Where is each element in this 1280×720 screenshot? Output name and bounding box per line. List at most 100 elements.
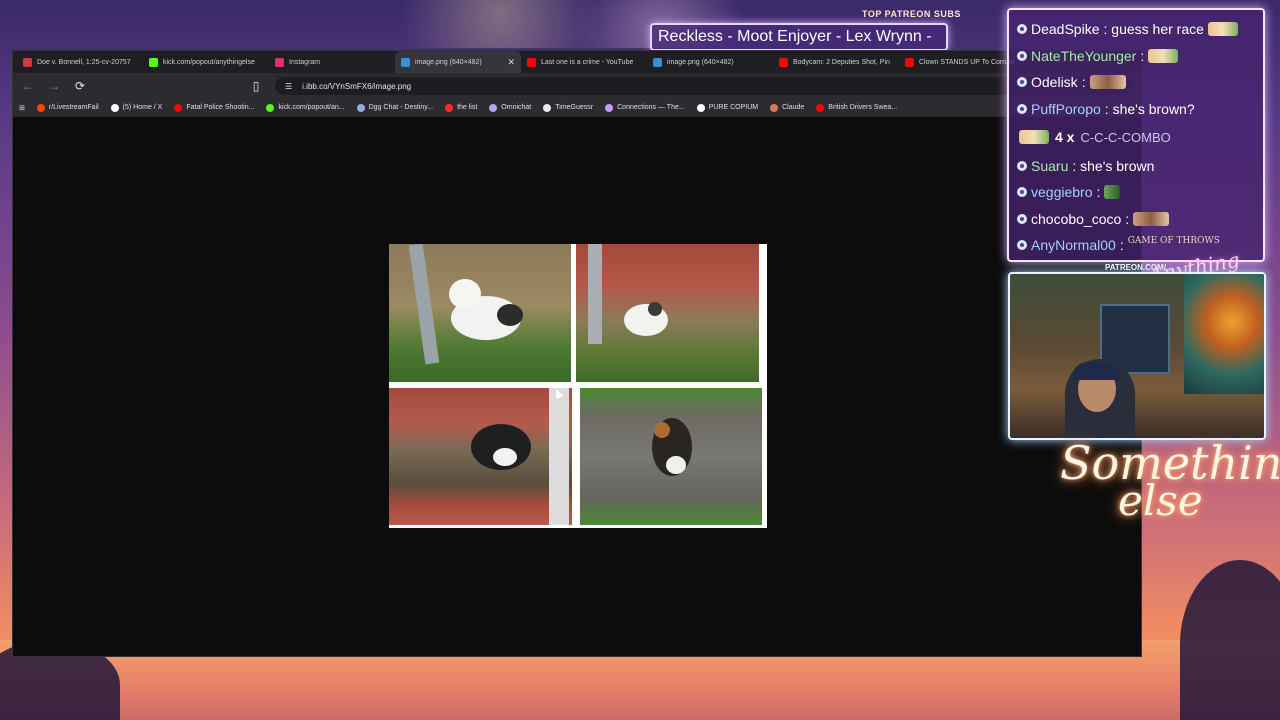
browser-tab[interactable]: Last one is a crime - YouTube	[521, 51, 647, 73]
chat-emote-icon	[1104, 185, 1121, 200]
chat-username[interactable]: DeadSpike	[1031, 21, 1100, 37]
bookmark-label: Dgg Chat - Destiny...	[368, 104, 434, 111]
palm-silhouette-right	[1180, 560, 1280, 720]
bookmark-favicon-icon	[816, 103, 825, 112]
chat-username[interactable]: Suaru	[1031, 158, 1068, 174]
kitten-photo-collage[interactable]	[389, 244, 767, 528]
tab-label: Bodycam: 2 Deputies Shot, Pin	[793, 58, 890, 66]
photo-kitten-bottom-right	[580, 388, 762, 525]
bookmark-icon[interactable]: ▯	[249, 79, 263, 93]
bookmark-item[interactable]: Fatal Police Shootin...	[174, 103, 255, 112]
bookmark-item[interactable]: British Drivers Swea...	[816, 103, 898, 112]
chat-username[interactable]: PuffPoropo	[1031, 101, 1101, 117]
browser-tab[interactable]: image.png (640×482)	[647, 51, 773, 73]
chat-text: :	[1096, 184, 1101, 201]
browser-tab[interactable]: image.png (640×482) ✕	[395, 51, 521, 73]
tab-label: Clown STANDS UP To Corrupt	[919, 58, 1015, 66]
chat-badge-icon	[1017, 187, 1027, 198]
bookmark-item[interactable]: Dgg Chat - Destiny...	[356, 103, 434, 112]
tab-close-icon[interactable]: ✕	[507, 57, 515, 68]
back-arrow-icon[interactable]: ←	[21, 79, 35, 93]
chat-username[interactable]: AnyNormal00	[1031, 237, 1116, 253]
chat-text: : guess her race	[1103, 21, 1204, 38]
bookmark-item[interactable]: Connections — The...	[605, 103, 685, 112]
bookmark-label: kick.com/popout/an...	[278, 104, 345, 111]
chat-message: Suaru: she's brown	[1017, 152, 1255, 179]
bookmark-label: r/LivestreamFail	[48, 104, 99, 111]
browser-window: Doe v. Bonnell, 1:25-cv-20757 kick.com/po…	[12, 50, 1142, 657]
bookmark-label: PURE COPIUM	[708, 104, 759, 111]
bookmark-item[interactable]: the list	[445, 103, 477, 112]
bookmarks-bar: ⊞ r/LivestreamFail (5) Home / X Fatal Poli…	[13, 99, 1141, 117]
browser-tab[interactable]: Doe v. Bonnell, 1:25-cv-20757	[17, 51, 143, 73]
tab-label: image.png (640×482)	[415, 58, 482, 66]
chat-username[interactable]: Odelisk	[1031, 74, 1078, 90]
browser-toolbar: ← → ⟳ ▯ ☰ i.ibb.co/VYnSmFX6/image.png ⇪ …	[13, 73, 1141, 99]
tab-label: Instagram	[289, 58, 321, 66]
stream-chat: DeadSpike: guess her race NateTheYounger:…	[1007, 8, 1265, 262]
tab-favicon-icon	[23, 57, 32, 67]
address-bar[interactable]: ☰ i.ibb.co/VYnSmFX6/image.png ⇪ ◆	[275, 77, 1133, 95]
tab-label: image.png (640×482)	[667, 58, 734, 66]
chat-username[interactable]: veggiebro	[1031, 184, 1093, 200]
chat-text: :	[1119, 237, 1124, 254]
browser-tab[interactable]: Instagram	[269, 51, 395, 73]
tab-favicon-icon	[905, 57, 914, 67]
bookmark-item[interactable]: Claude	[770, 103, 805, 112]
chat-emote-icon	[1148, 48, 1179, 63]
chat-badge-icon	[1017, 50, 1027, 61]
streamer-cap	[1072, 362, 1120, 380]
site-info-icon[interactable]: ☰	[285, 82, 292, 91]
chat-badge-icon	[1017, 77, 1027, 88]
bookmark-item[interactable]: Omnichat	[489, 103, 532, 112]
apps-grid-icon[interactable]: ⊞	[19, 104, 25, 112]
chat-text: : she's brown?	[1104, 101, 1195, 118]
bookmark-item[interactable]: TimeGuessr	[543, 103, 593, 112]
bookmark-favicon-icon	[489, 103, 498, 112]
combo-emote-icon	[1019, 130, 1049, 145]
chat-text: :	[1140, 47, 1145, 64]
bookmark-favicon-icon	[696, 103, 705, 112]
bookmark-favicon-icon	[445, 103, 454, 112]
tab-favicon-icon	[401, 57, 410, 67]
tab-favicon-icon	[149, 57, 158, 67]
streamer-webcam	[1008, 272, 1266, 440]
chat-message: veggiebro:	[1017, 179, 1255, 206]
bookmark-label: Fatal Police Shootin...	[186, 104, 255, 111]
chat-text: :	[1125, 210, 1130, 227]
bookmark-label: (5) Home / X	[122, 104, 163, 111]
photo-kitten-top-right	[576, 244, 759, 382]
combo-count: 4 x	[1055, 129, 1075, 146]
bookmark-item[interactable]: PURE COPIUM	[696, 103, 759, 112]
bookmark-favicon-icon	[605, 103, 614, 112]
chat-emote-icon	[1089, 75, 1126, 90]
chat-username[interactable]: chocobo_coco	[1031, 211, 1121, 227]
bookmark-favicon-icon	[543, 103, 552, 112]
tab-favicon-icon	[653, 57, 662, 67]
forward-arrow-icon[interactable]: →	[47, 79, 61, 93]
tab-favicon-icon	[779, 57, 788, 67]
chat-username[interactable]: NateTheYounger	[1031, 48, 1136, 64]
bookmark-item[interactable]: (5) Home / X	[110, 103, 163, 112]
tab-favicon-icon	[275, 57, 284, 67]
bookmark-favicon-icon	[770, 103, 779, 112]
bookmark-item[interactable]: r/LivestreamFail	[36, 103, 99, 112]
tab-bar: Doe v. Bonnell, 1:25-cv-20757 kick.com/po…	[13, 51, 1141, 73]
bookmark-label: British Drivers Swea...	[828, 104, 898, 111]
reload-icon[interactable]: ⟳	[73, 79, 87, 93]
tab-label: kick.com/popout/anythingelse	[163, 58, 255, 66]
chat-message: chocobo_coco:	[1017, 206, 1255, 233]
chat-emote-icon	[1133, 211, 1170, 226]
chat-badge-icon	[1017, 160, 1027, 171]
wall-mural	[1184, 274, 1264, 394]
bookmark-label: Omnichat	[501, 104, 532, 111]
address-url: i.ibb.co/VYnSmFX6/image.png	[302, 81, 412, 91]
chat-message: NateTheYounger:	[1017, 43, 1255, 70]
chat-badge-icon	[1017, 104, 1027, 115]
bookmark-label: Claude	[782, 104, 805, 111]
browser-tab[interactable]: kick.com/popout/anythingelse	[143, 51, 269, 73]
chat-badge-icon	[1017, 240, 1027, 251]
bookmark-item[interactable]: kick.com/popout/an...	[266, 103, 345, 112]
browser-tab[interactable]: Bodycam: 2 Deputies Shot, Pin	[773, 51, 899, 73]
photo-kitten-top-left	[389, 244, 571, 382]
